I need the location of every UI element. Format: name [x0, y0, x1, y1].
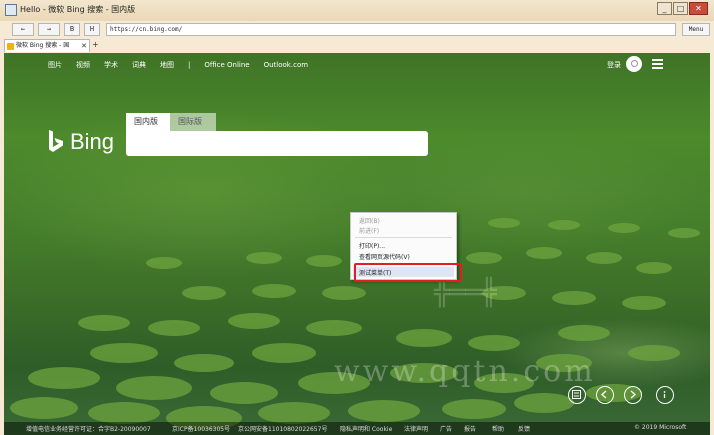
- nav-outlook[interactable]: Outlook.com: [264, 61, 308, 69]
- page-viewport: 图片 视频 学术 词典 地图 | Office Online Outlook.c…: [4, 53, 710, 435]
- info-icon[interactable]: [656, 386, 674, 404]
- nav-videos[interactable]: 视频: [76, 60, 90, 70]
- maximize-button[interactable]: □: [673, 2, 688, 15]
- prev-image-icon[interactable]: [596, 386, 614, 404]
- address-bar[interactable]: https://cn.bing.com/: [106, 23, 676, 36]
- footer-license: 增值电信业务经营许可证：合字B2-20090007: [26, 426, 151, 433]
- ctx-view-source[interactable]: 查看网页源代码(V): [359, 252, 410, 261]
- forward-button[interactable]: →: [38, 23, 60, 36]
- app-icon: [5, 4, 17, 16]
- signin-link[interactable]: 登录: [607, 60, 621, 70]
- footer-report[interactable]: 报告: [464, 424, 476, 433]
- avatar-icon[interactable]: [626, 56, 642, 72]
- watermark-text: www.qqtn.com: [334, 354, 596, 389]
- tab-domestic[interactable]: 国内版: [126, 113, 170, 131]
- nav-dictionary[interactable]: 词典: [132, 60, 146, 70]
- nav-academic[interactable]: 学术: [104, 60, 118, 70]
- footer-privacy[interactable]: 隐私声明和 Cookie: [340, 424, 392, 433]
- footer-copyright: © 2019 Microsoft: [634, 424, 687, 431]
- footer-police[interactable]: 京公网安备11010802022657号: [238, 424, 327, 433]
- toolbar: ← → B H https://cn.bing.com/ Menu: [4, 22, 710, 38]
- bing-nav: 图片 视频 学术 词典 地图 | Office Online Outlook.c…: [48, 60, 322, 70]
- tab-close-icon[interactable]: ✕: [81, 40, 87, 52]
- title-bar: Hello - 微软 Bing 搜索 - 国内版 _ □ ✕: [0, 0, 714, 21]
- footer-ads[interactable]: 广告: [440, 424, 452, 433]
- menu-button[interactable]: Menu: [682, 23, 710, 36]
- watermark-logo: ╬══╬: [434, 278, 497, 308]
- tab-label: 微软 Bing 搜索 - 国: [16, 42, 70, 49]
- hamburger-menu-icon[interactable]: [652, 59, 663, 69]
- close-button[interactable]: ✕: [689, 2, 708, 15]
- new-tab-button[interactable]: +: [92, 40, 99, 49]
- ctx-forward[interactable]: 前进(F): [359, 226, 379, 235]
- search-input[interactable]: [126, 131, 428, 156]
- nav-office-online[interactable]: Office Online: [204, 61, 249, 69]
- ctx-back[interactable]: 返回(B): [359, 216, 380, 225]
- footer-feedback[interactable]: 反馈: [518, 424, 530, 433]
- browser-window: Hello - 微软 Bing 搜索 - 国内版 _ □ ✕ ← → B H h…: [0, 0, 714, 435]
- bing-logo-text: Bing: [70, 129, 115, 154]
- tab-strip: 微软 Bing 搜索 - 国 ✕ +: [4, 38, 710, 52]
- ctx-separator: [355, 237, 452, 238]
- ctx-print[interactable]: 打印(P)...: [359, 241, 385, 250]
- bing-favicon-icon: [7, 43, 14, 50]
- image-info-icon-1[interactable]: [568, 386, 586, 404]
- nav-separator: |: [188, 61, 191, 69]
- window-title: Hello - 微软 Bing 搜索 - 国内版: [20, 5, 136, 14]
- nav-maps[interactable]: 地图: [160, 60, 174, 70]
- minimize-button[interactable]: _: [657, 2, 672, 15]
- bing-logo-icon: [49, 130, 63, 152]
- browser-tab[interactable]: 微软 Bing 搜索 - 国 ✕: [4, 39, 90, 52]
- footer-legal[interactable]: 法律声明: [404, 424, 428, 433]
- next-image-icon[interactable]: [624, 386, 642, 404]
- bing-logo: Bing: [48, 128, 118, 156]
- footer-help[interactable]: 帮助: [492, 424, 504, 433]
- h-button[interactable]: H: [84, 23, 100, 36]
- highlight-annotation: [354, 263, 462, 282]
- footer-icp[interactable]: 京ICP备10036305号: [172, 424, 230, 433]
- tab-international[interactable]: 国际版: [170, 113, 216, 131]
- nav-images[interactable]: 图片: [48, 60, 62, 70]
- b-button[interactable]: B: [64, 23, 80, 36]
- page-footer: 增值电信业务经营许可证：合字B2-20090007 京ICP备10036305号…: [4, 422, 710, 435]
- back-button[interactable]: ←: [12, 23, 34, 36]
